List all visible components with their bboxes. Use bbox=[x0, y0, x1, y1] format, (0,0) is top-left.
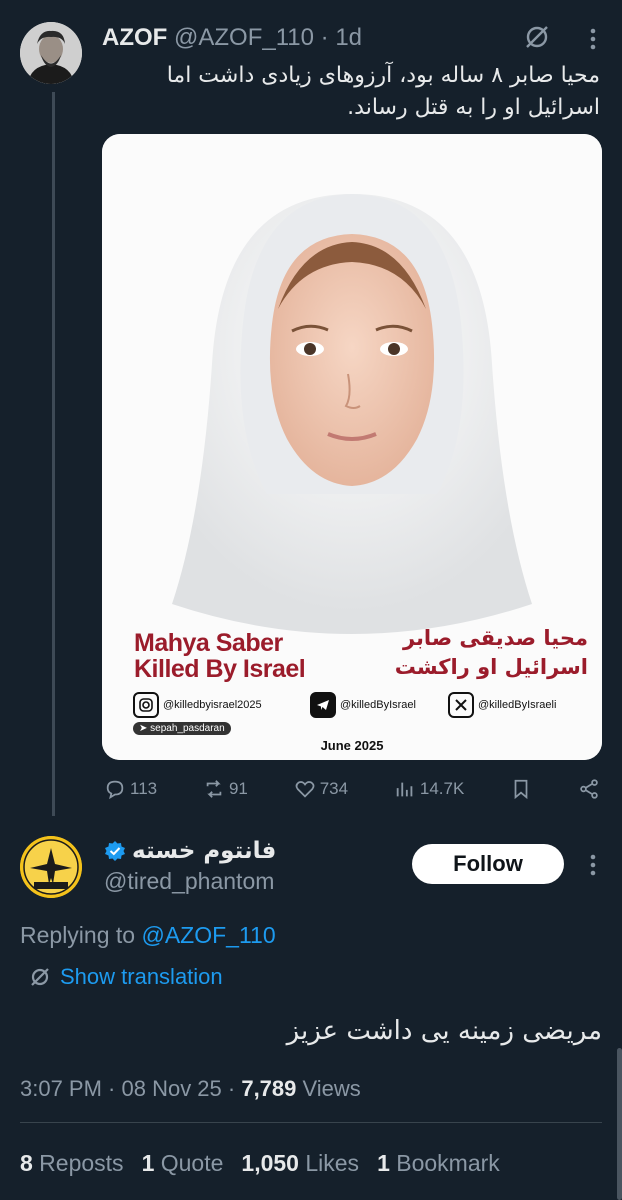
reposts-count: 8 bbox=[20, 1150, 33, 1176]
reply-author-avatar[interactable] bbox=[20, 836, 82, 898]
tweet-action-bar: 113 91 734 14.7K bbox=[104, 778, 600, 800]
telegram-channel-tag: ➤ sepah_pasdaran bbox=[133, 722, 231, 735]
like-button[interactable]: 734 bbox=[294, 778, 348, 800]
follow-button[interactable]: Follow bbox=[412, 844, 564, 884]
reply-text: مریضی زمینه یی داشت عزیز bbox=[286, 1016, 602, 1046]
reply-author-name-row: فانتوم خسته bbox=[104, 838, 276, 864]
likes-stat[interactable]: 1,050 Likes bbox=[241, 1150, 359, 1177]
reposts-stat[interactable]: 8 Reposts bbox=[20, 1150, 124, 1177]
thread-connector-line bbox=[52, 92, 55, 816]
x-handle: @killedByIsraeli bbox=[448, 692, 556, 718]
header-separator: · bbox=[320, 24, 329, 51]
reply-stats: 8 Reposts 1 Quote 1,050 Likes 1 Bookmark bbox=[20, 1150, 500, 1177]
reply-button[interactable]: 113 bbox=[104, 778, 157, 800]
views-count: 14.7K bbox=[419, 779, 465, 798]
quotes-count: 1 bbox=[141, 1150, 155, 1176]
tweet-text-line-1: محیا صابر ۸ ساله بود، آرزوهای زیادی داشت… bbox=[166, 63, 600, 88]
reply-icon bbox=[106, 780, 124, 800]
reply-author-handle[interactable]: @tired_phantom bbox=[104, 868, 274, 895]
reply-views-label: Views bbox=[296, 1076, 361, 1101]
reply-more-options-icon[interactable] bbox=[580, 852, 606, 878]
divider bbox=[20, 1122, 602, 1123]
x-logo-icon bbox=[448, 692, 474, 718]
telegram-handle: @killedByIsrael bbox=[310, 692, 416, 718]
repost-count: 91 bbox=[228, 779, 248, 798]
reposts-label: Reposts bbox=[32, 1150, 124, 1176]
bookmarks-stat[interactable]: 1 Bookmark bbox=[377, 1150, 500, 1177]
share-icon bbox=[580, 779, 598, 799]
replying-to-line: Replying to @AZOF_110 bbox=[20, 922, 276, 949]
quotes-label: Quote bbox=[154, 1150, 224, 1176]
tweet-text-line-2: اسرائیل او را به قتل رساند. bbox=[347, 95, 600, 120]
instagram-text: @killedbyisrael2025 bbox=[163, 699, 262, 711]
caption-persian-name: محیا صدیقی صابر bbox=[402, 626, 588, 650]
repost-icon bbox=[206, 780, 222, 798]
media-date: June 2025 bbox=[102, 738, 602, 753]
telegram-text: @killedByIsrael bbox=[340, 699, 416, 711]
reply-timestamp[interactable]: 3:07 PM · 08 Nov 25 · bbox=[20, 1076, 241, 1101]
reply-display-name[interactable]: فانتوم خسته bbox=[132, 838, 276, 864]
quotes-stat[interactable]: 1 Quote bbox=[142, 1150, 224, 1177]
likes-count: 1,050 bbox=[241, 1150, 299, 1176]
views-button[interactable]: 14.7K bbox=[394, 778, 464, 800]
verified-badge-icon bbox=[105, 841, 125, 861]
replying-to-link[interactable]: @AZOF_110 bbox=[141, 922, 275, 948]
like-count: 734 bbox=[319, 779, 349, 798]
heart-icon bbox=[295, 781, 315, 798]
tweet-time[interactable]: 1d bbox=[335, 24, 362, 51]
scrollbar[interactable] bbox=[617, 1048, 622, 1200]
caption-english-name: Mahya Saber bbox=[134, 629, 283, 657]
tweet-header: AZOF @AZOF_110 · 1d bbox=[102, 24, 362, 52]
caption-english: Mahya Saber Killed By Israel bbox=[134, 629, 306, 683]
telegram-channel-text: sepah_pasdaran bbox=[150, 723, 225, 734]
telegram-icon bbox=[310, 692, 336, 718]
show-translation-text[interactable]: Show translation bbox=[60, 964, 223, 990]
media-date-text: June 2025 bbox=[320, 738, 384, 753]
share-button[interactable] bbox=[578, 778, 600, 800]
caption-persian-subtitle: اسرائیل او راکشت bbox=[394, 655, 588, 679]
replying-to-prefix: Replying to bbox=[20, 922, 142, 948]
x-text: @killedByIsraeli bbox=[478, 699, 557, 711]
translate-icon bbox=[31, 968, 49, 986]
reply-meta: 3:07 PM · 08 Nov 25 · 7,789 Views bbox=[20, 1076, 361, 1102]
author-name[interactable]: AZOF bbox=[102, 24, 167, 51]
caption-english-subtitle: Killed By Israel bbox=[134, 655, 306, 683]
bookmarks-label: Bookmark bbox=[389, 1150, 500, 1176]
author-handle[interactable]: @AZOF_110 bbox=[174, 24, 314, 51]
bookmark-icon bbox=[514, 779, 528, 800]
bookmark-button[interactable] bbox=[510, 778, 532, 800]
translate-icon[interactable] bbox=[522, 22, 552, 52]
repost-button[interactable]: 91 bbox=[203, 778, 248, 800]
likes-label: Likes bbox=[298, 1150, 360, 1176]
more-options-icon[interactable] bbox=[580, 26, 606, 52]
instagram-icon bbox=[133, 692, 159, 718]
show-translation-link[interactable]: Show translation bbox=[28, 964, 223, 990]
author-avatar[interactable] bbox=[20, 22, 82, 84]
views-chart-icon bbox=[396, 782, 413, 797]
reply-count: 113 bbox=[130, 779, 158, 798]
reply-views-count: 7,789 bbox=[241, 1076, 297, 1101]
caption-persian: محیا صدیقی صابر اسرائیل او راکشت bbox=[395, 624, 588, 682]
bookmarks-count: 1 bbox=[377, 1150, 390, 1176]
instagram-handle: @killedbyisrael2025 bbox=[133, 692, 262, 718]
tweet-text: محیا صابر ۸ ساله بود، آرزوهای زیادی داشت… bbox=[120, 60, 600, 124]
